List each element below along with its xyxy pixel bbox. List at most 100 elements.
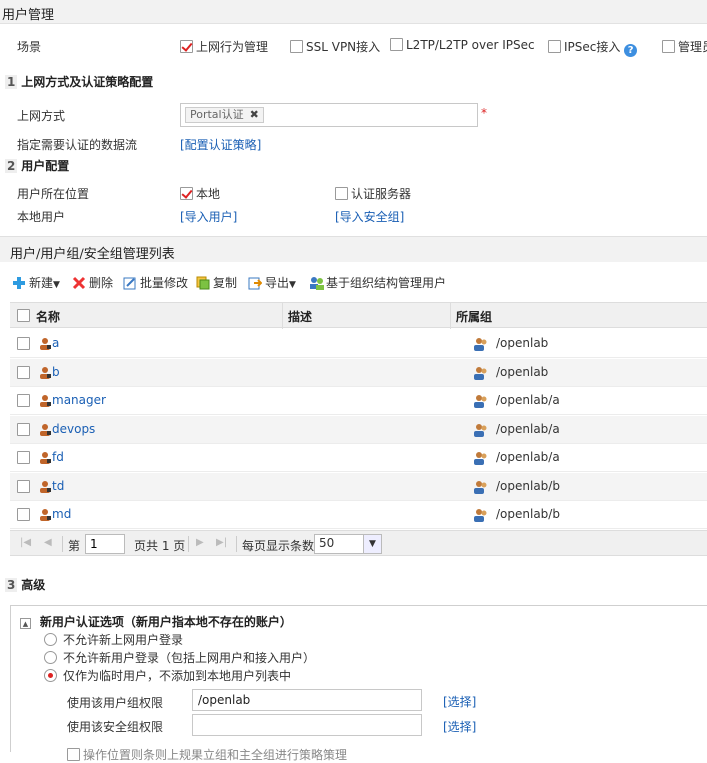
bottom-partial-option[interactable]: 操作位置则条则上规果立组和主全组进行策略策理 <box>67 746 347 763</box>
select-security-group-link[interactable]: [选择] <box>443 718 476 735</box>
per-page-select[interactable]: 50 ▼ <box>314 534 382 554</box>
checkbox[interactable] <box>335 187 348 200</box>
security-perm-label: 使用该安全组权限 <box>67 720 164 734</box>
checkbox[interactable] <box>390 38 403 51</box>
section-title: 用户配置 <box>21 159 70 173</box>
row-checkbox[interactable] <box>17 479 30 493</box>
org-users-icon <box>309 276 324 290</box>
checkbox[interactable] <box>290 40 303 53</box>
page-number-input[interactable] <box>85 534 125 554</box>
table-row[interactable]: md/openlab/b <box>10 501 707 529</box>
checkbox[interactable] <box>548 40 561 53</box>
import-users-link[interactable]: [导入用户] <box>180 208 237 225</box>
column-name[interactable]: 名称 <box>36 308 60 325</box>
batch-edit-icon <box>123 276 137 290</box>
section-2-header: 2 用户配置 <box>5 157 69 174</box>
new-user-auth-options-box: ▲ 新用户认证选项（新用户指本地不存在的账户） 不允许新上网用户登录 不允许新用… <box>10 605 707 762</box>
user-icon <box>38 451 51 464</box>
delete-icon <box>72 276 86 290</box>
radio[interactable] <box>44 651 57 664</box>
option-deny-all-new-users[interactable]: 不允许新用户登录（包括上网用户和接入用户） <box>44 649 315 666</box>
user-name-link[interactable]: manager <box>52 393 106 407</box>
first-page-icon[interactable]: |◀ <box>20 537 31 548</box>
user-group-text: /openlab/a <box>496 421 560 436</box>
section-3-header: 3 高级 <box>5 576 45 593</box>
last-page-icon[interactable]: ▶| <box>216 537 227 548</box>
user-group-text: /openlab/b <box>496 507 560 521</box>
group-icon <box>473 508 489 522</box>
collapse-toggle[interactable]: ▲ 新用户认证选项（新用户指本地不存在的账户） <box>20 613 292 630</box>
page-prefix: 第 <box>68 539 81 553</box>
select-all-checkbox[interactable] <box>17 309 30 322</box>
column-group[interactable]: 所属组 <box>456 308 492 325</box>
row-checkbox[interactable] <box>17 365 30 379</box>
section-title: 上网方式及认证策略配置 <box>21 75 154 89</box>
checkbox[interactable] <box>180 187 193 200</box>
user-name-link[interactable]: td <box>52 479 64 493</box>
copy-button[interactable]: 复制 <box>196 274 237 291</box>
scene-option-admin[interactable]: 管理员 <box>662 38 707 55</box>
checkbox[interactable] <box>662 40 675 53</box>
dropdown-arrow-icon: ▼ <box>53 280 60 290</box>
option-deny-web-users[interactable]: 不允许新上网用户登录 <box>44 631 183 648</box>
security-perm-input[interactable] <box>192 714 422 736</box>
radio[interactable] <box>44 669 57 682</box>
copy-icon <box>196 276 210 290</box>
scene-option-ssl-vpn[interactable]: SSL VPN接入 <box>290 38 380 55</box>
next-page-icon[interactable]: ▶ <box>196 537 204 548</box>
batch-edit-button[interactable]: 批量修改 <box>123 274 188 291</box>
help-icon[interactable]: ? <box>624 44 638 57</box>
row-checkbox[interactable] <box>17 337 30 350</box>
new-button[interactable]: 新建▼ <box>12 274 60 291</box>
user-name-link[interactable]: devops <box>52 422 95 436</box>
row-checkbox[interactable] <box>17 422 30 436</box>
table-row[interactable]: a/openlab <box>10 330 707 358</box>
config-auth-policy-link[interactable]: [配置认证策略] <box>180 136 261 153</box>
user-name-link[interactable]: fd <box>52 450 64 464</box>
user-name-link[interactable]: a <box>52 336 59 350</box>
row-checkbox[interactable] <box>17 508 30 521</box>
table-row[interactable]: b/openlab <box>10 358 707 387</box>
scene-option-l2tp[interactable]: L2TP/L2TP over IPSec <box>390 38 535 52</box>
user-table-header: 名称 描述 所属组 <box>10 302 707 329</box>
user-name-link[interactable]: md <box>52 507 71 521</box>
scene-option-web-behavior[interactable]: 上网行为管理 <box>180 38 268 55</box>
org-manage-button[interactable]: 基于组织结构管理用户 <box>309 274 446 291</box>
user-group-text: /openlab/b <box>496 478 560 493</box>
access-method-field[interactable]: Portal认证 ✖ <box>180 103 478 127</box>
collapse-icon: ▲ <box>20 618 31 629</box>
user-icon <box>38 480 51 493</box>
radio[interactable] <box>44 633 57 646</box>
table-row[interactable]: devops/openlab/a <box>10 415 707 444</box>
tag-remove-icon[interactable]: ✖ <box>250 108 259 121</box>
import-groups-link[interactable]: [导入安全组] <box>335 208 404 225</box>
row-checkbox[interactable] <box>17 451 30 464</box>
prev-page-icon[interactable]: ◀ <box>44 537 52 548</box>
group-perm-label: 使用该用户组权限 <box>67 696 164 710</box>
checkbox[interactable] <box>180 40 193 53</box>
select-group-link[interactable]: [选择] <box>443 693 476 710</box>
export-button[interactable]: 导出▼ <box>248 274 296 291</box>
table-row[interactable]: fd/openlab/a <box>10 444 707 472</box>
group-icon <box>473 480 489 494</box>
page-header: 用户管理 <box>0 0 707 24</box>
user-icon <box>38 508 51 521</box>
scene-option-ipsec[interactable]: IPSec接入 ? <box>548 38 638 57</box>
option-temporary-user[interactable]: 仅作为临时用户，不添加到本地用户列表中 <box>44 667 291 684</box>
section-1-header: 1 上网方式及认证策略配置 <box>5 73 153 90</box>
section-title: 高级 <box>21 578 46 592</box>
location-server-option[interactable]: 认证服务器 <box>335 185 411 202</box>
group-icon <box>473 366 489 380</box>
access-tag: Portal认证 ✖ <box>185 107 264 123</box>
table-row[interactable]: manager/openlab/a <box>10 387 707 415</box>
column-description[interactable]: 描述 <box>288 308 312 325</box>
checkbox[interactable] <box>67 748 80 761</box>
row-checkbox[interactable] <box>17 394 30 407</box>
group-perm-input[interactable] <box>192 689 422 711</box>
user-name-link[interactable]: b <box>52 365 60 379</box>
location-local-option[interactable]: 本地 <box>180 185 220 202</box>
user-location-label: 用户所在位置 <box>17 187 90 201</box>
table-row[interactable]: td/openlab/b <box>10 472 707 501</box>
delete-button[interactable]: 删除 <box>72 274 113 291</box>
chevron-down-icon: ▼ <box>363 535 381 553</box>
